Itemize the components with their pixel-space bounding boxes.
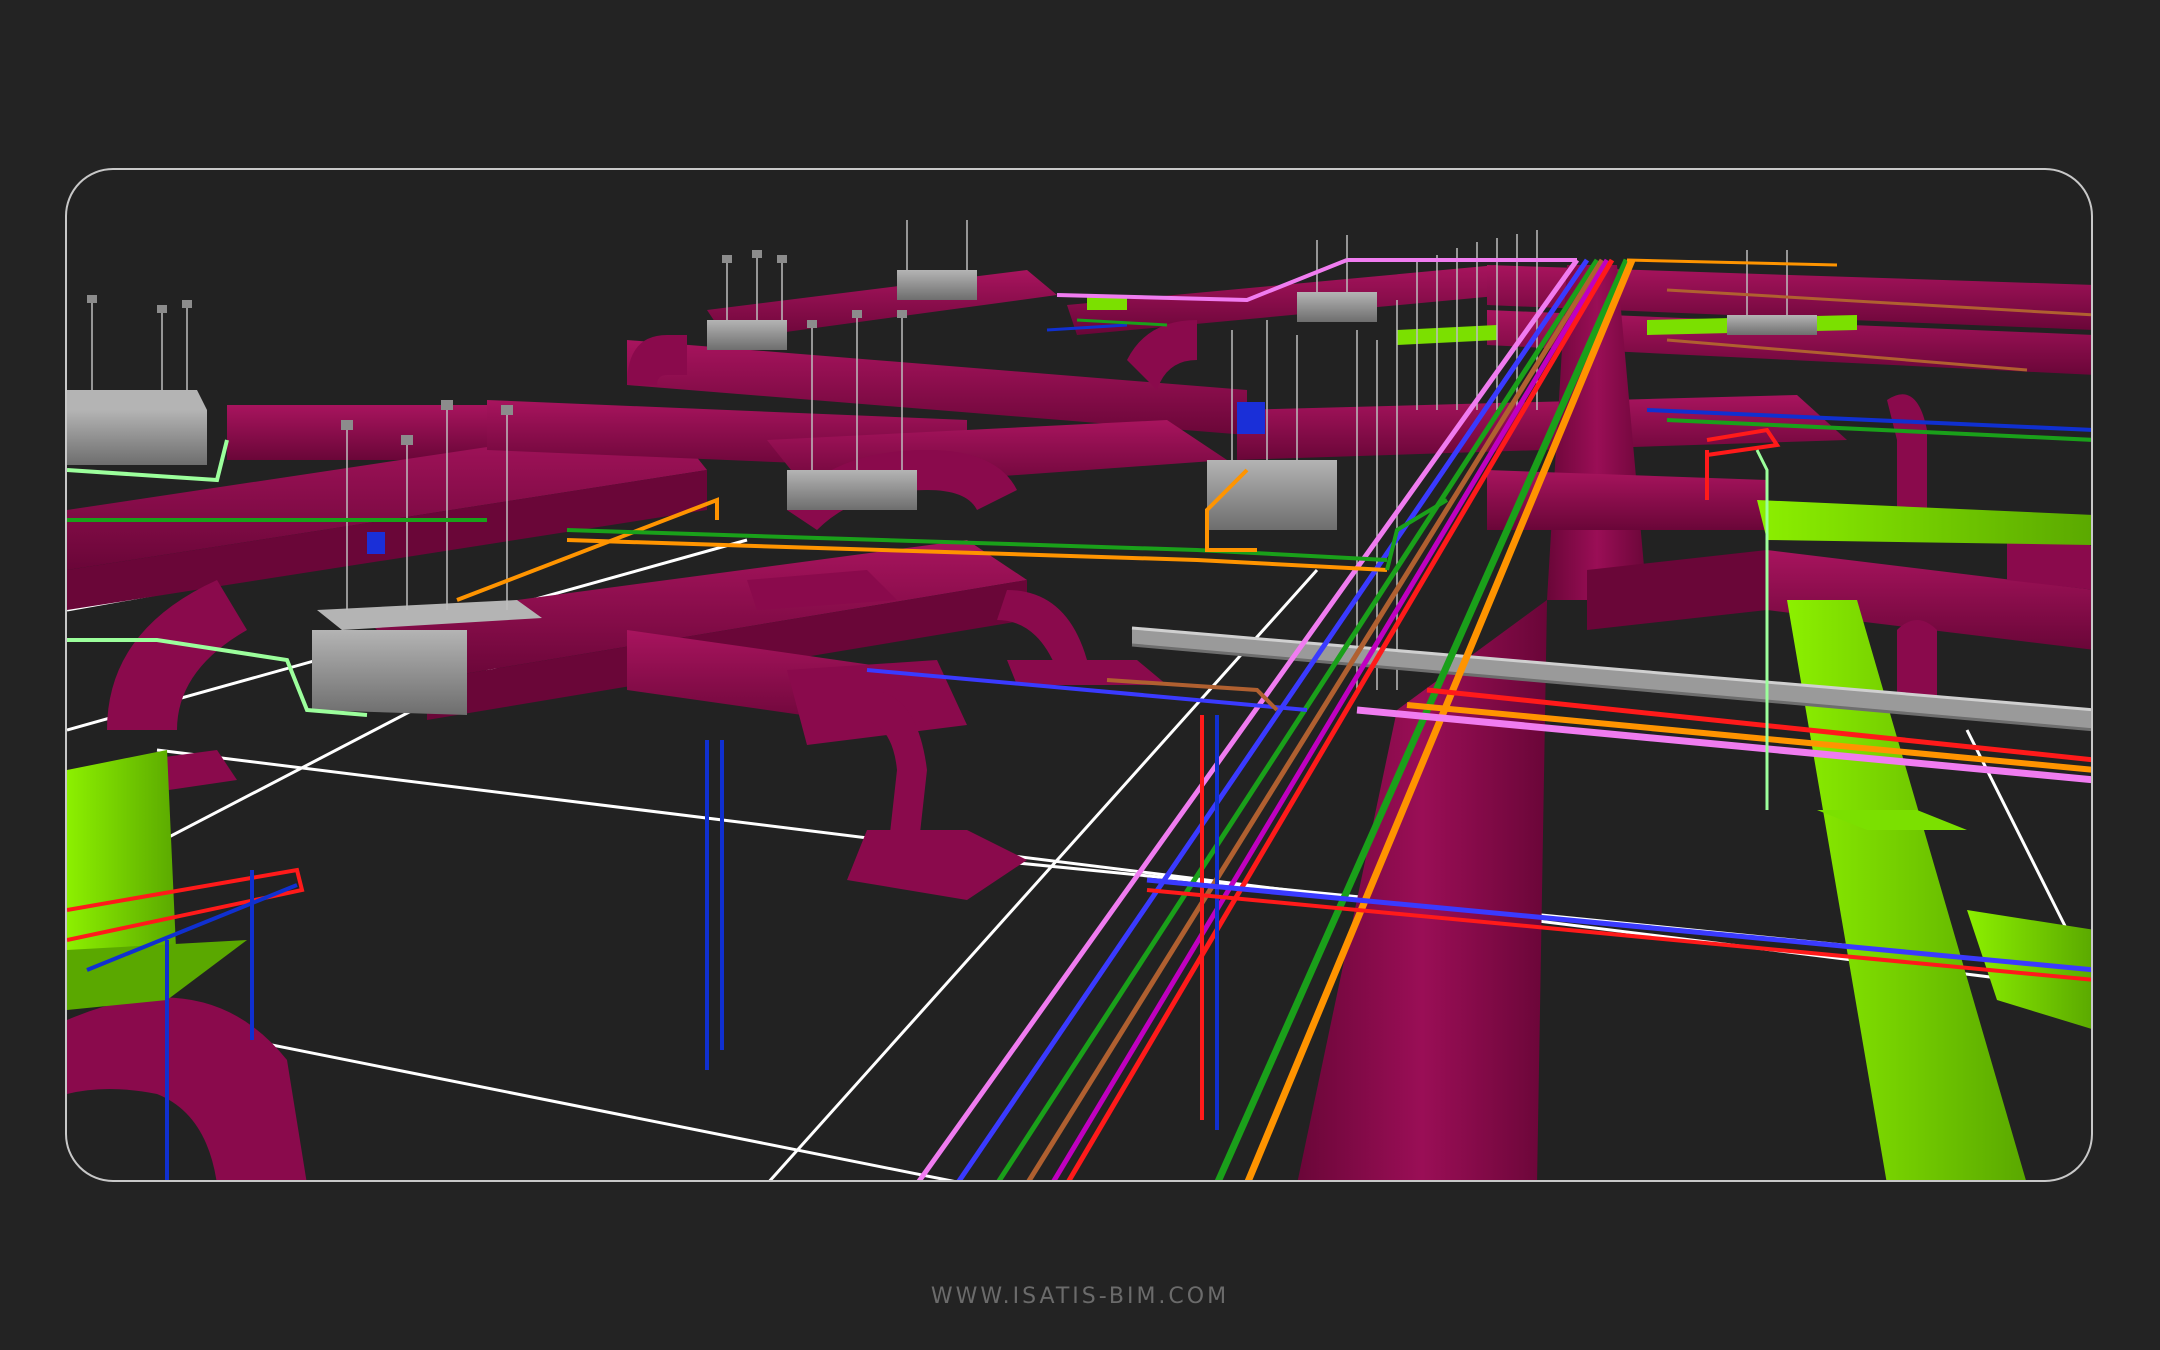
mep-model-render [67, 220, 2091, 1180]
air-unit [787, 470, 917, 510]
air-unit [707, 320, 787, 350]
slide: WWW.ISATIS-BIM.COM [0, 0, 2160, 1350]
air-unit [897, 270, 977, 300]
air-unit [1207, 460, 1337, 530]
model-viewport [65, 168, 2093, 1182]
website-url: WWW.ISATIS-BIM.COM [930, 1284, 1230, 1309]
air-unit [67, 390, 207, 465]
air-unit [1727, 315, 1817, 335]
left-duct-network [67, 400, 1227, 1180]
air-unit [1297, 292, 1377, 322]
